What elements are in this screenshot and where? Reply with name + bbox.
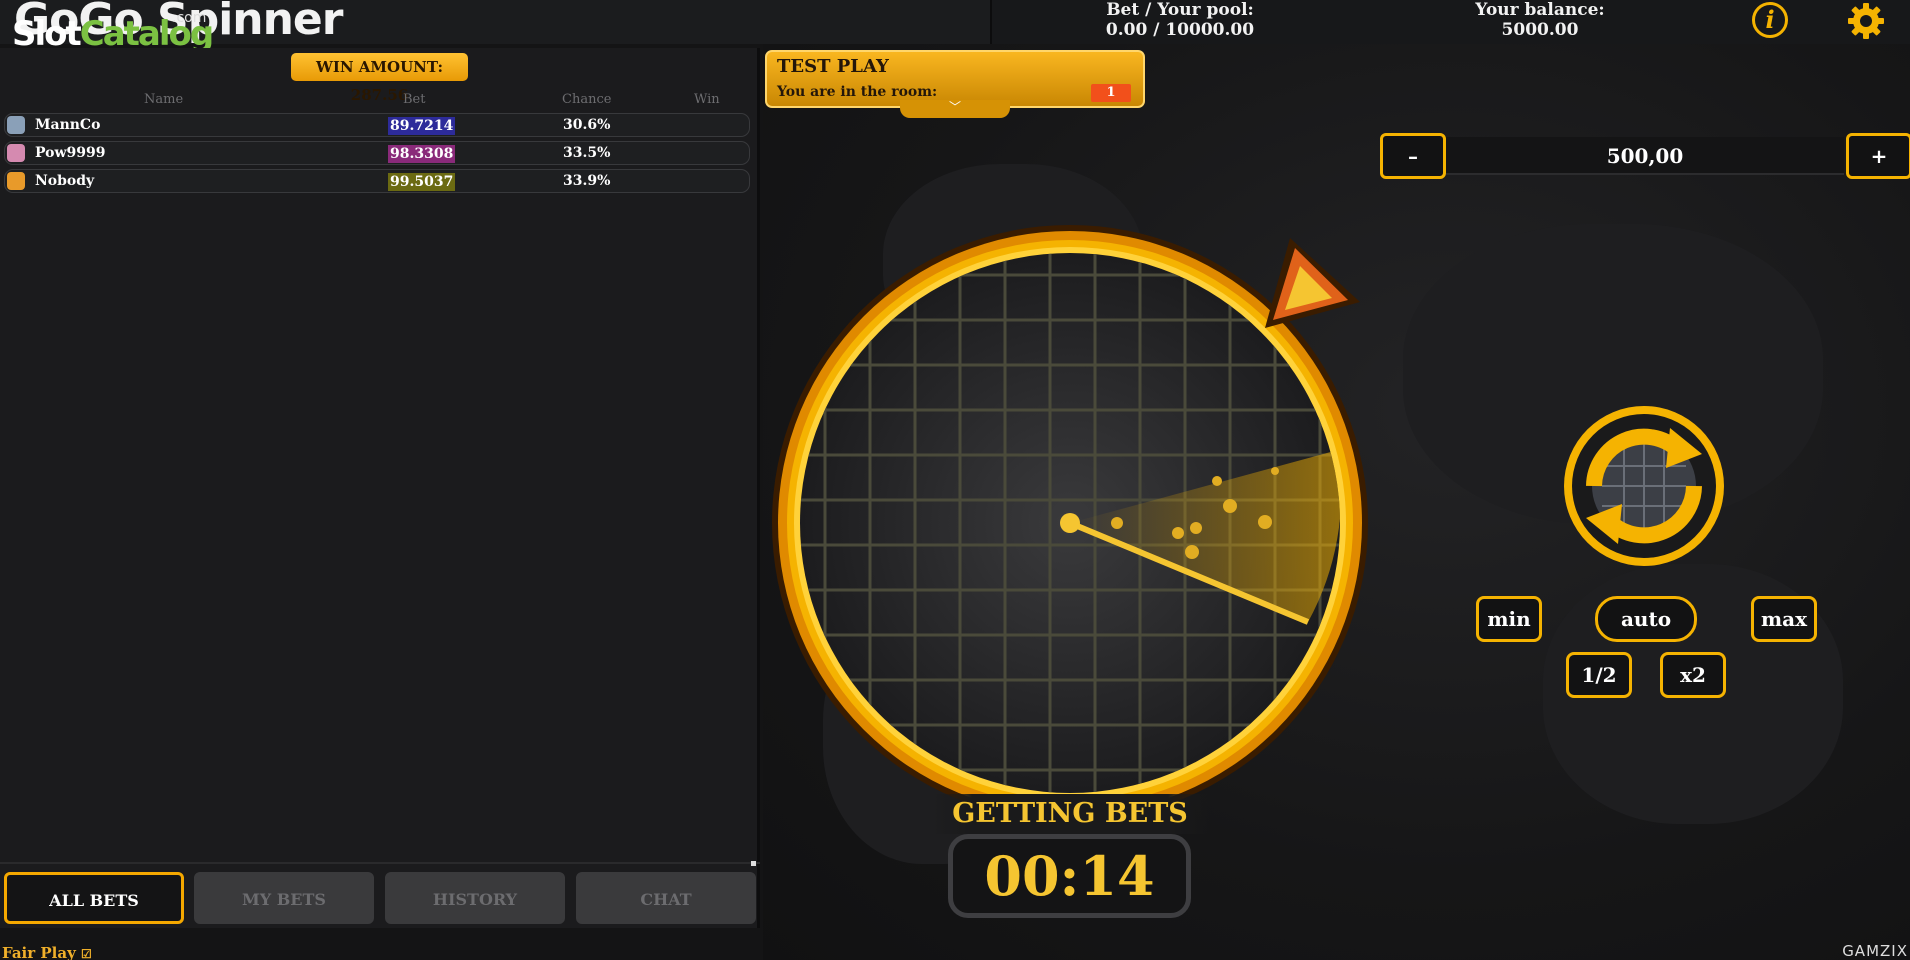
column-header-win: Win <box>694 92 720 107</box>
bet-pool-value: 0.00 / 10000.00 <box>1105 20 1255 40</box>
balance-value: 5000.00 <box>1501 20 1579 40</box>
shield-check-icon: ☑ <box>81 947 92 960</box>
player-bet: 89.7214 <box>388 117 456 135</box>
provider-logo: GAMZIX <box>1842 942 1908 960</box>
tab-history[interactable]: HISTORY <box>385 872 565 924</box>
increase-stake-button[interactable]: + <box>1846 133 1910 179</box>
tab-all-bets[interactable]: ALL BETS <box>4 872 184 924</box>
max-bet-button[interactable]: max <box>1751 596 1817 642</box>
player-name: Pow9999 <box>35 145 106 161</box>
player-name: Nobody <box>35 173 95 189</box>
fair-play-label: Fair Play <box>2 944 76 960</box>
column-header-name: Name <box>144 92 184 107</box>
chevron-down-icon[interactable]: ﹀ <box>900 100 1010 118</box>
info-icon[interactable]: i <box>1752 2 1788 38</box>
player-name: MannCo <box>35 117 101 133</box>
tabs-divider <box>0 862 760 864</box>
fair-play-link[interactable]: Fair Play ☑ <box>2 944 92 960</box>
table-row: MannCo 89.7214 30.6% <box>4 113 750 137</box>
min-bet-button[interactable]: min <box>1476 596 1542 642</box>
room-count: 1 <box>1091 84 1131 102</box>
watermark-suffix: .com <box>172 10 207 26</box>
countdown-timer: 00:14 <box>948 834 1191 918</box>
octopus-avatar <box>7 144 25 162</box>
stake-control: – 500,00 + <box>1380 133 1910 179</box>
balance-stat: Your balance: 5000.00 <box>1440 0 1640 40</box>
pointer-triangle-icon <box>1265 238 1360 328</box>
fox-avatar <box>7 172 25 190</box>
bets-panel: WIN AMOUNT: 287.56 Name Bet Chance Win M… <box>0 48 760 928</box>
stake-value-field[interactable]: 500,00 <box>1446 137 1844 175</box>
player-bet: 99.5037 <box>388 173 456 191</box>
player-chance: 30.6% <box>563 117 611 133</box>
top-bar: GoGo Spinner SlotCatalog .com Bet / Your… <box>0 0 1910 54</box>
table-row: Nobody 99.5037 33.9% <box>4 169 750 193</box>
tab-chat[interactable]: CHAT <box>576 872 756 924</box>
double-bet-button[interactable]: x2 <box>1660 652 1726 698</box>
radar-center <box>1060 513 1080 533</box>
radar-wheel <box>772 225 1368 810</box>
player-bet: 98.3308 <box>388 145 456 163</box>
column-header-bet: Bet <box>403 92 426 107</box>
tab-my-bets[interactable]: MY BETS <box>194 872 374 924</box>
player-chance: 33.5% <box>563 145 611 161</box>
bet-pool-stat: Bet / Your pool: 0.00 / 10000.00 <box>1080 0 1280 40</box>
scrollbar[interactable] <box>751 861 756 866</box>
balance-label: Your balance: <box>1475 0 1605 20</box>
player-chance: 33.9% <box>563 173 611 189</box>
logo-area: GoGo Spinner SlotCatalog .com <box>0 0 992 54</box>
room-title: TEST PLAY <box>777 56 889 77</box>
auto-play-button[interactable]: auto <box>1595 596 1697 642</box>
table-row: Pow9999 98.3308 33.5% <box>4 141 750 165</box>
spin-button[interactable] <box>1562 404 1726 568</box>
column-header-chance: Chance <box>562 92 612 107</box>
gear-icon[interactable] <box>1847 2 1885 40</box>
game-status: GETTING BETS <box>930 794 1210 834</box>
half-bet-button[interactable]: 1/2 <box>1566 652 1632 698</box>
decrease-stake-button[interactable]: – <box>1380 133 1446 179</box>
rhino-avatar <box>7 116 25 134</box>
bet-pool-label: Bet / Your pool: <box>1106 0 1254 20</box>
win-amount-badge: WIN AMOUNT: 287.56 <box>291 53 468 104</box>
room-label: You are in the room: <box>777 84 938 100</box>
